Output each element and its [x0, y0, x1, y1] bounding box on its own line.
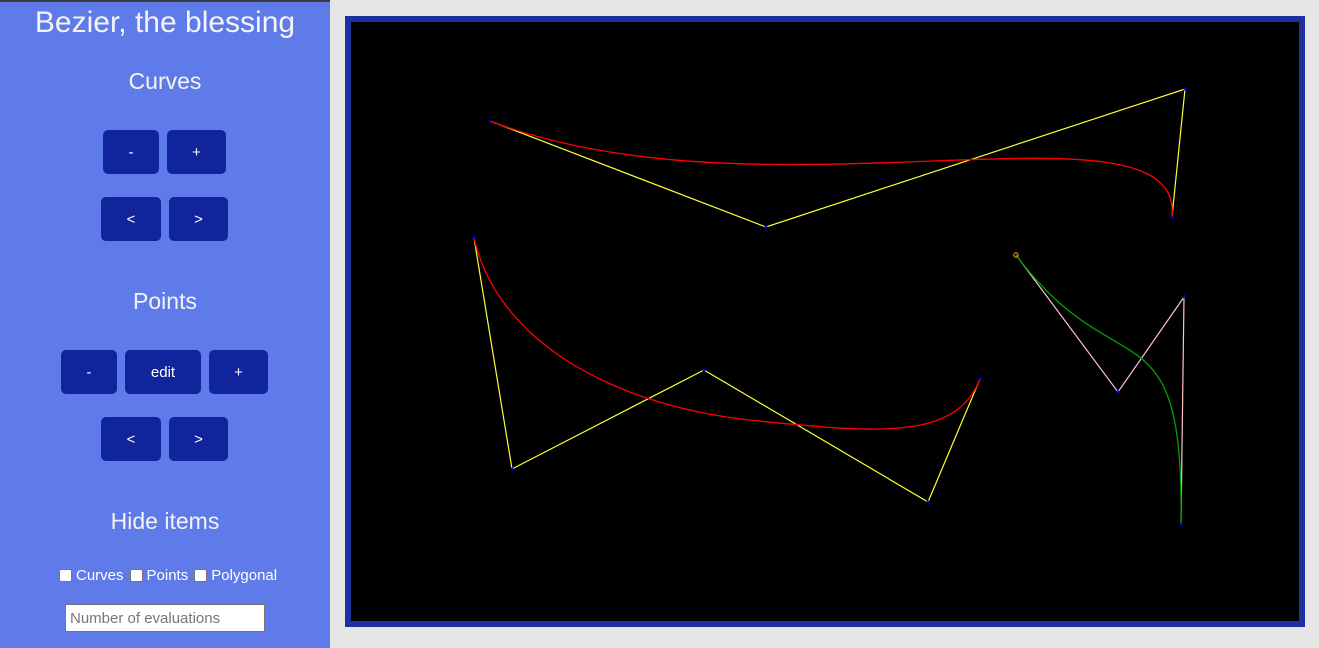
app-title: Bezier, the blessing [34, 6, 296, 39]
curve-3-selected [1013, 252, 1186, 526]
curve-1-bezier [489, 120, 1173, 218]
curve-3-bezier [1015, 254, 1182, 525]
curve-2-point[interactable] [510, 467, 514, 471]
curve-1-point[interactable] [488, 119, 492, 123]
hide-points-checkbox[interactable] [129, 569, 143, 582]
curve-1 [488, 87, 1187, 229]
prev-curve-button[interactable]: < [101, 197, 161, 241]
canvas-frame [345, 16, 1305, 627]
bezier-canvas[interactable] [351, 22, 1299, 621]
hide-items-options: Curves Points Polygonal [57, 567, 317, 584]
add-curve-button[interactable]: + [167, 130, 226, 174]
add-point-button[interactable]: + [209, 350, 268, 394]
curve-1-polygon [489, 88, 1186, 228]
bezier-drawing [472, 87, 1187, 526]
hide-polygonal-label: Polygonal [211, 567, 278, 584]
curve-2-point[interactable] [926, 500, 930, 504]
hide-curves-label: Curves [76, 567, 124, 584]
curve-3-point[interactable] [1182, 295, 1186, 299]
curve-2-polygon [473, 237, 981, 503]
evaluations-input[interactable] [65, 604, 265, 632]
edit-point-button[interactable]: edit [125, 350, 201, 394]
curve-3-point[interactable] [1179, 522, 1183, 526]
remove-curve-button[interactable]: - [103, 130, 159, 174]
next-curve-button[interactable]: > [169, 197, 228, 241]
curve-2-bezier [473, 237, 981, 430]
hide-curves-checkbox[interactable] [59, 569, 72, 582]
curve-1-point[interactable] [1170, 215, 1174, 219]
curve-1-point[interactable] [1183, 87, 1187, 91]
curves-title: Curves [128, 68, 202, 94]
points-title: Points [133, 288, 197, 314]
curve-2-point[interactable] [978, 377, 982, 381]
hide-points-label: Points [146, 567, 189, 584]
remove-point-button[interactable]: - [61, 350, 117, 394]
curve-2-point[interactable] [472, 236, 476, 240]
hide-items-title: Hide items [110, 508, 220, 534]
sidebar: Bezier, the blessing Curves - + < > Poin… [0, 2, 330, 648]
curve-3-polygon [1015, 254, 1185, 525]
prev-point-button[interactable]: < [101, 417, 161, 461]
curve-1-point[interactable] [764, 225, 768, 229]
hide-polygonal-checkbox[interactable] [194, 569, 208, 582]
curve-2-point[interactable] [702, 368, 706, 372]
curve-3-point[interactable] [1116, 390, 1120, 394]
curve-2 [472, 236, 982, 504]
next-point-button[interactable]: > [169, 417, 228, 461]
